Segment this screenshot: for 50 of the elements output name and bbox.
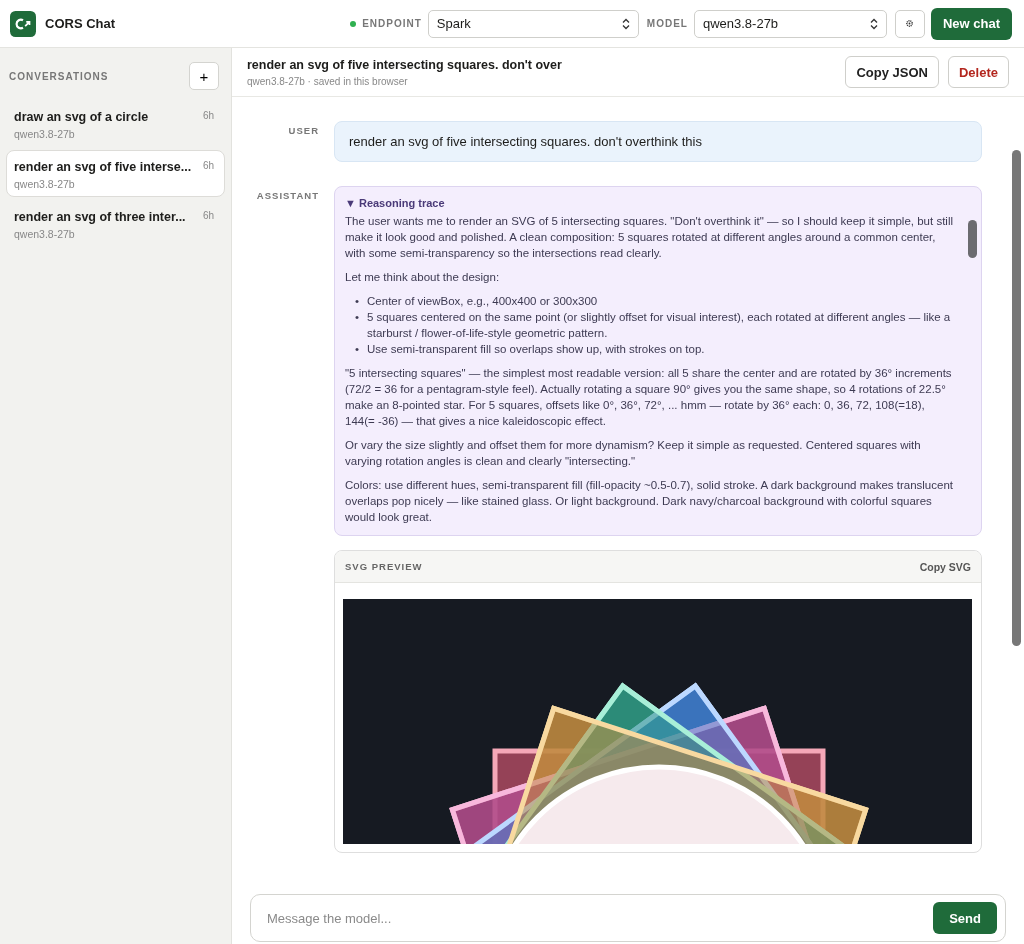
- preview-label: SVG PREVIEW: [345, 561, 423, 572]
- scrollbar-thumb[interactable]: [968, 220, 977, 258]
- reasoning-toggle[interactable]: ▼ Reasoning trace: [345, 197, 445, 209]
- model-select[interactable]: qwen3.8-27b: [693, 9, 887, 38]
- reasoning-paragraph: Colors: use different hues, semi-transparent fill (fill-opacity ~0.5-0.7), solid stroke. A dark background makes translucent overlaps pop nicely — like stained glass. Or light background. Dark navy/charcoal background with colorful squares would look great.: [345, 478, 953, 525]
- copy-button[interactable]: Copy JSON: [845, 56, 939, 88]
- new-chat-button[interactable]: New chat: [930, 7, 1012, 40]
- conversation-model: qwen3.8-27b: [14, 178, 76, 190]
- endpoint-select[interactable]: Spark: [427, 9, 639, 38]
- reasoning-paragraph: Let me think about the design:: [345, 270, 501, 285]
- reasoning-paragraph: The user wants me to render an SVG of 5 intersecting squares. "Don't overthink it" — so I should keep it simple, but still make it look good and polished. A clean composition: 5 squares rotated at different angles around a common center, with some semi-transparency so the intersections read clearly.: [345, 214, 953, 261]
- conversation-time: 6h: [202, 110, 214, 121]
- add-button[interactable]: +: [189, 62, 219, 90]
- settings-button[interactable]: [894, 9, 925, 38]
- status-dot-icon: [350, 20, 357, 27]
- scrollbar-thumb[interactable]: [1012, 150, 1021, 646]
- conversation-item[interactable]: render an svg of three inter... 6h qwen3.8-27b: [6, 200, 225, 247]
- app-name: CORS Chat: [45, 16, 116, 31]
- reasoning-list-item: 5 squares centered on the same point (or slightly offset for visual interest), each rotated at different angles — like a starburst / flower-of-life-style geometric pattern.: [367, 310, 952, 341]
- model-label: MODEL: [646, 18, 688, 29]
- role-label: USER: [287, 124, 319, 136]
- reasoning-list-item: Use semi-transparent fill so overlaps show up, with strokes on top.: [367, 342, 705, 357]
- reasoning-list-item: Center of viewBox, e.g., 400x400 or 300x300: [367, 294, 598, 309]
- conversation-model: qwen3.8-27b: [14, 228, 76, 240]
- reasoning-paragraph: "5 intersecting squares" — the simplest most readable version: all 5 share the center and are rotated by 36° increments (72/2 = 36 for a pentagram-style feel). Actually rotating a square 90° gives you the same shape, so 4 rotations of 22.5° make an 8-pointed star. For 5 squares, offsets like 0°, 36°, 72°, ... hmm — rotate by 36° each: 0, 36, 72, 108(=18), 144(= -36) — that gives a nice kaleidoscopic effect.: [345, 366, 953, 429]
- send-button[interactable]: Send: [933, 902, 997, 934]
- conversation-meta: qwen3.8-27b · saved in this browser: [247, 75, 409, 87]
- reasoning-paragraph: Or vary the size slightly and offset them for more dynamism? Keep it simple as requested. Centered squares with varying rotation angles is clean and clearly "intersecting.": [345, 438, 922, 469]
- conversation-title: draw an svg of a circle: [14, 110, 149, 124]
- conversation-time: 6h: [202, 210, 214, 221]
- bullet-mark: •: [355, 342, 360, 357]
- chevron-icon: [869, 17, 878, 30]
- endpoint-label: ENDPOINT: [362, 18, 422, 29]
- logo-icon: [10, 10, 36, 37]
- bullet-mark: •: [355, 294, 360, 309]
- conversation-heading: render an svg of five intersecting squares. don't over: [247, 57, 562, 72]
- conversation-title: render an svg of five interse...: [14, 160, 192, 174]
- conversation-model: qwen3.8-27b: [14, 128, 76, 140]
- copy-svg-button[interactable]: Copy SVG: [919, 560, 971, 573]
- user-message: render an svg of five intersecting squares. don't overthink this: [334, 121, 982, 162]
- conversation-item[interactable]: draw an svg of a circle 6h qwen3.8-27b: [6, 100, 225, 147]
- sidebar-title: CONVERSATIONS: [9, 70, 109, 82]
- chevron-icon: [621, 17, 630, 30]
- bullet-mark: •: [355, 310, 360, 325]
- settings-icon: [905, 19, 915, 28]
- conversation-item[interactable]: render an svg of five interse... 6h qwen3.8-27b: [6, 150, 225, 197]
- delete-button[interactable]: Delete: [947, 56, 1009, 88]
- conversation-time: 6h: [202, 160, 214, 171]
- role-label: ASSISTANT: [256, 189, 319, 201]
- conversation-title: render an svg of three inter...: [14, 210, 186, 224]
